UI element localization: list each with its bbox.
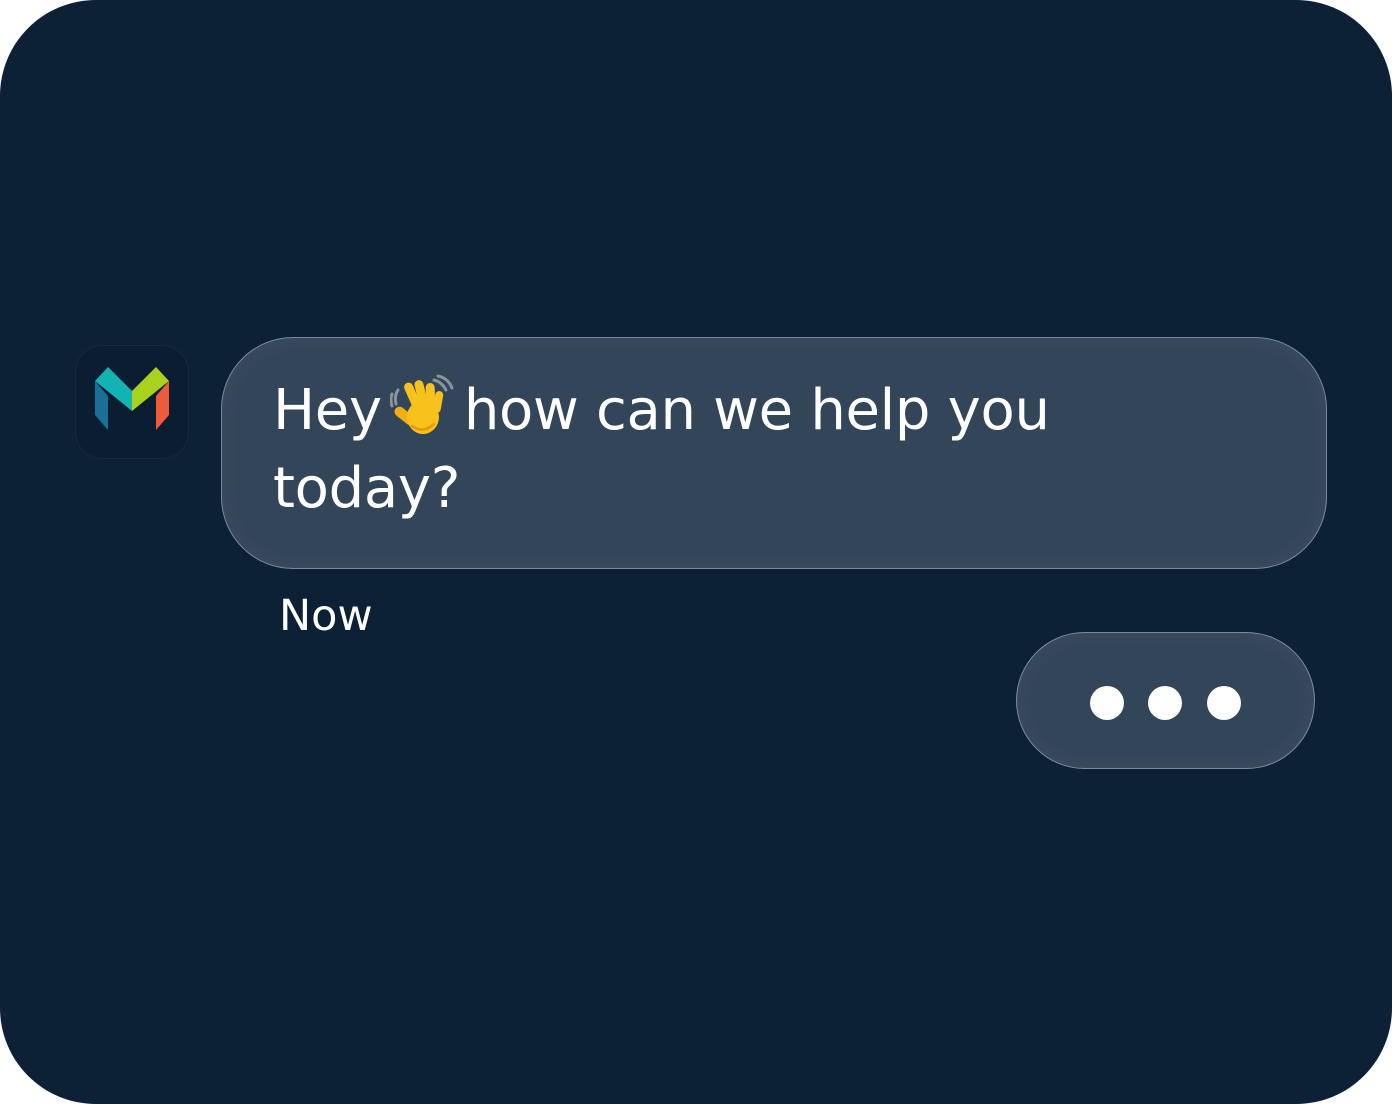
- message-text: Hey how can we help you today?: [273, 372, 1133, 528]
- message-bubble: Hey how can we help you today?: [221, 337, 1327, 569]
- typing-dot: [1148, 686, 1182, 720]
- typing-dot: [1207, 686, 1241, 720]
- message-greeting: Hey: [273, 378, 382, 443]
- message-timestamp: Now: [279, 591, 373, 641]
- waving-hand-icon: [389, 374, 454, 434]
- avatar: [76, 346, 188, 458]
- monzo-logo-icon: [95, 367, 169, 430]
- typing-indicator: [1016, 632, 1315, 769]
- typing-dot: [1090, 686, 1124, 720]
- chat-card: Hey how can we help you today? Now: [0, 0, 1392, 1104]
